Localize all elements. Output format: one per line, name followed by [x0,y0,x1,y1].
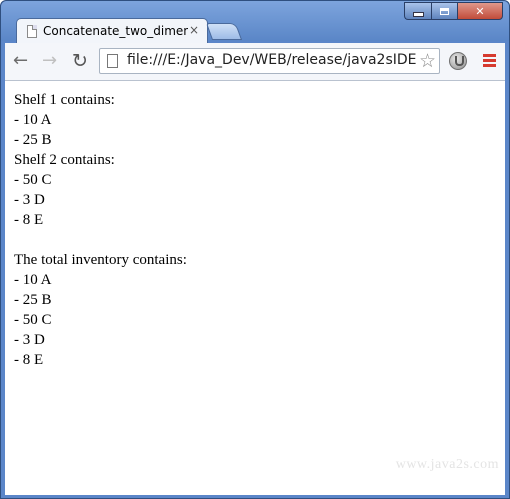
maximize-icon [440,7,449,15]
address-bar[interactable]: file:///E:/Java_Dev/WEB/release/java2sID… [99,48,440,74]
output-line: - 10 A [14,272,52,288]
output-line: - 10 A [14,112,52,128]
output-line: The total inventory contains: [14,252,187,268]
output-line: - 3 D [14,192,45,208]
window-controls: ✕ [404,2,503,21]
maximize-button[interactable] [431,2,457,20]
page-icon [107,54,118,68]
bookmark-star-icon[interactable]: ☆ [419,50,436,72]
output-line: - 8 E [14,212,44,228]
output-line: - 3 D [14,332,45,348]
page-favicon-icon [27,25,37,38]
url-text[interactable]: file:///E:/Java_Dev/WEB/release/java2sID… [127,52,417,68]
browser-window: ✕ Concatenate_two_dimens × ← → ↻ file://… [0,0,510,499]
tab-title: Concatenate_two_dimens [43,24,188,38]
title-bar[interactable]: ✕ Concatenate_two_dimens × [1,1,509,45]
minimize-icon [412,11,424,17]
output-line: - 50 C [14,312,52,328]
output-text: Shelf 1 contains: - 10 A - 25 B Shelf 2 … [14,90,187,370]
output-line: - 25 B [14,132,52,148]
new-tab-button[interactable] [205,23,243,40]
minimize-button[interactable] [404,2,431,20]
output-line: Shelf 1 contains: [14,92,115,108]
reload-icon[interactable]: ↻ [72,51,88,71]
tab-close-button[interactable]: × [189,23,199,37]
output-line: - 25 B [14,292,52,308]
watermark: www.java2s.com [395,457,499,472]
close-window-button[interactable]: ✕ [457,2,503,20]
page-content: Shelf 1 contains: - 10 A - 25 B Shelf 2 … [5,81,505,495]
output-line: - 8 E [14,352,44,368]
extension-icon[interactable] [449,52,467,70]
tab-active[interactable]: Concatenate_two_dimens × [16,18,208,45]
toolbar: ← → ↻ file:///E:/Java_Dev/WEB/release/ja… [5,43,505,81]
close-icon: ✕ [475,4,485,18]
back-arrow-icon[interactable]: ← [13,51,28,71]
output-line: - 50 C [14,172,52,188]
output-line: Shelf 2 contains: [14,152,115,168]
hamburger-menu-icon[interactable] [483,54,496,69]
forward-arrow-icon[interactable]: → [42,51,57,71]
